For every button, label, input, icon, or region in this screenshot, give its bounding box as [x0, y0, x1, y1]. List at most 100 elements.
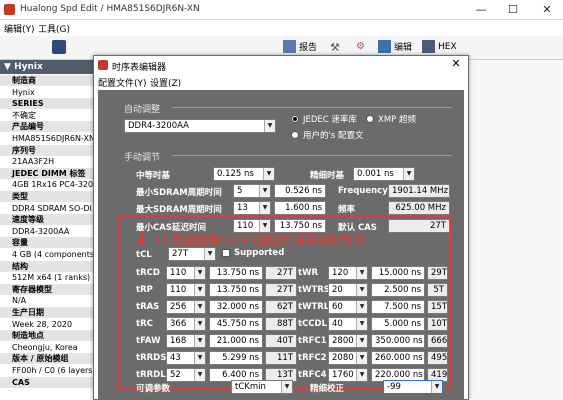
supported-checkbox-box [222, 249, 230, 257]
info-label: JEDEC DIMM 标签 [0, 167, 99, 179]
radio-jedec[interactable]: JEDEC 速率库 [291, 113, 357, 125]
menu-settings[interactable]: 设置(Z) [150, 76, 181, 89]
chevron-down-icon: ▼ [356, 284, 367, 296]
trrdl-select-value: 52 [170, 370, 181, 380]
trp-ns[interactable]: 13.750 ns [209, 283, 263, 297]
report-button[interactable]: 报告 [283, 40, 317, 53]
tccdl-ns[interactable]: 5.000 ns [371, 317, 425, 331]
trfc2-select[interactable]: 2080 ▼ [328, 351, 368, 365]
medium-timebase-select[interactable]: 0.125 ns ▼ [213, 167, 275, 181]
supported-checkbox[interactable]: Supported [222, 248, 284, 258]
radio-xmp[interactable]: XMP 超频 [366, 113, 416, 125]
chevron-down-icon: ▼ [356, 352, 367, 364]
adjust-param-select[interactable]: tCKmin ▼ [231, 380, 293, 394]
trp-label: tRP [136, 285, 153, 295]
trfc1-ns[interactable]: 350.000 ns [371, 334, 425, 348]
info-label: 速度等级 [0, 214, 99, 226]
trcd-ns[interactable]: 13.750 ns [209, 266, 263, 280]
tcl-select[interactable]: 27T ▼ [168, 247, 216, 261]
tras-select-value: 256 [170, 302, 187, 312]
trcd-select[interactable]: 110 ▼ [166, 266, 206, 280]
close-button[interactable]: ✕ [532, 2, 562, 18]
fine-timebase-select[interactable]: 0.001 ns ▼ [353, 167, 415, 181]
dialog-title: 时序表编辑器 [112, 63, 167, 73]
trcd-label: tRCD [136, 268, 160, 278]
hex-button[interactable]: HEX [422, 40, 457, 53]
trc-ns[interactable]: 45.750 ns [209, 317, 263, 331]
min-sdram-ns[interactable]: 0.526 ns [274, 184, 326, 198]
trrds-select[interactable]: 43 ▼ [166, 351, 206, 365]
tras-ns[interactable]: 32.000 ns [209, 300, 263, 314]
tras-label: tRAS [136, 302, 160, 312]
trfc2-ns[interactable]: 260.000 ns [371, 351, 425, 365]
twr-ticks: 29T [427, 266, 448, 280]
info-label: SERIES [0, 98, 99, 110]
maximize-button[interactable]: ☐ [498, 2, 528, 18]
menu-tools[interactable]: 工具(G) [38, 22, 70, 35]
dialog-close-button[interactable]: ✕ [446, 57, 466, 73]
rate-value: 625.00 MHz [388, 201, 450, 215]
info-value: FF00h / C0 (6 layers) [12, 366, 96, 375]
trrds-ns[interactable]: 5.299 ns [209, 351, 263, 365]
tccdl-ticks: 10T [427, 317, 448, 331]
tool-icon[interactable]: ⚙ [356, 41, 370, 53]
radio-jedec-dot [291, 115, 299, 123]
twr-select[interactable]: 120 ▼ [328, 266, 368, 280]
min-sdram-label: 最小SDRAM周期时间 [136, 188, 222, 198]
info-label: 寄存器模型 [0, 283, 99, 295]
menu-profile[interactable]: 配置文件(Y) [98, 76, 147, 89]
twr-ns[interactable]: 15.000 ns [371, 266, 425, 280]
info-label: 制造地点 [0, 330, 99, 342]
chevron-down-icon: ▼ [356, 267, 367, 279]
trc-select-value: 366 [170, 319, 187, 329]
info-value: N/A [12, 296, 27, 306]
chevron-down-icon: ▼ [259, 202, 270, 214]
twtrl-label: tWTRL [298, 302, 330, 312]
auto-group-line [172, 107, 452, 108]
info-value: Cheongju, Korea [12, 342, 78, 352]
fine-correction-value: -99 [387, 382, 401, 392]
twr-label: tWR [298, 268, 318, 278]
tcl-label: tCL [136, 250, 152, 260]
tras-select[interactable]: 256 ▼ [166, 300, 206, 314]
max-sdram-select[interactable]: 13 ▼ [233, 201, 271, 215]
tfaw-select[interactable]: 168 ▼ [166, 334, 206, 348]
trp-select[interactable]: 110 ▼ [166, 283, 206, 297]
annotation-text: tCL是通过最小CAS延迟时间联动修改的 [152, 233, 364, 247]
edit-button[interactable]: 编辑 [378, 40, 412, 53]
twtrs-ns[interactable]: 2.500 ns [371, 283, 425, 297]
trc-select[interactable]: 366 ▼ [166, 317, 206, 331]
radio-user[interactable]: 用户的's 配置文 [291, 129, 363, 141]
info-value: 21AA3F2H [12, 157, 55, 167]
tccdl-select[interactable]: 40 ▼ [328, 317, 368, 331]
min-sdram-select[interactable]: 5 ▼ [233, 184, 271, 198]
tfaw-select-value: 168 [170, 336, 187, 346]
profile-select-value: DDR4-3200AA [128, 121, 189, 131]
right-background [463, 60, 563, 400]
info-label: 制造商 [0, 75, 99, 86]
panel-header[interactable]: ▼ Hynix [0, 60, 99, 74]
minimize-button[interactable]: — [466, 2, 496, 18]
chevron-down-icon: ▼ [281, 381, 292, 393]
profile-select[interactable]: DDR4-3200AA ▼ [124, 119, 276, 133]
chevron-down-icon: ▼ [194, 369, 205, 381]
info-value: HMA851S6DJR6N-XN [12, 134, 95, 143]
twtrl-ns[interactable]: 7.500 ns [371, 300, 425, 314]
trfc1-select[interactable]: 2800 ▼ [328, 334, 368, 348]
twtrl-select[interactable]: 60 ▼ [328, 300, 368, 314]
twtrs-select[interactable]: 20 ▼ [328, 283, 368, 297]
max-sdram-ns[interactable]: 1.600 ns [274, 201, 326, 215]
trfc4-select[interactable]: 1760 ▼ [328, 368, 368, 382]
chevron-down-icon: ▼ [431, 381, 442, 393]
fine-correction-select[interactable]: -99 ▼ [383, 380, 443, 394]
trp-select-value: 110 [170, 285, 187, 295]
trp-ticks: 27T [265, 283, 297, 297]
trfc2-select-value: 2080 [332, 353, 354, 363]
twr-select-value: 120 [332, 268, 349, 278]
fine-correction-label: 精细校正 [310, 384, 345, 394]
tfaw-ns[interactable]: 21.000 ns [209, 334, 263, 348]
wrench-icon[interactable]: ⚒ [330, 41, 344, 54]
trrdl-select[interactable]: 52 ▼ [166, 368, 206, 382]
save-icon[interactable] [52, 40, 66, 54]
menu-edit[interactable]: 编辑(Y) [4, 22, 35, 35]
